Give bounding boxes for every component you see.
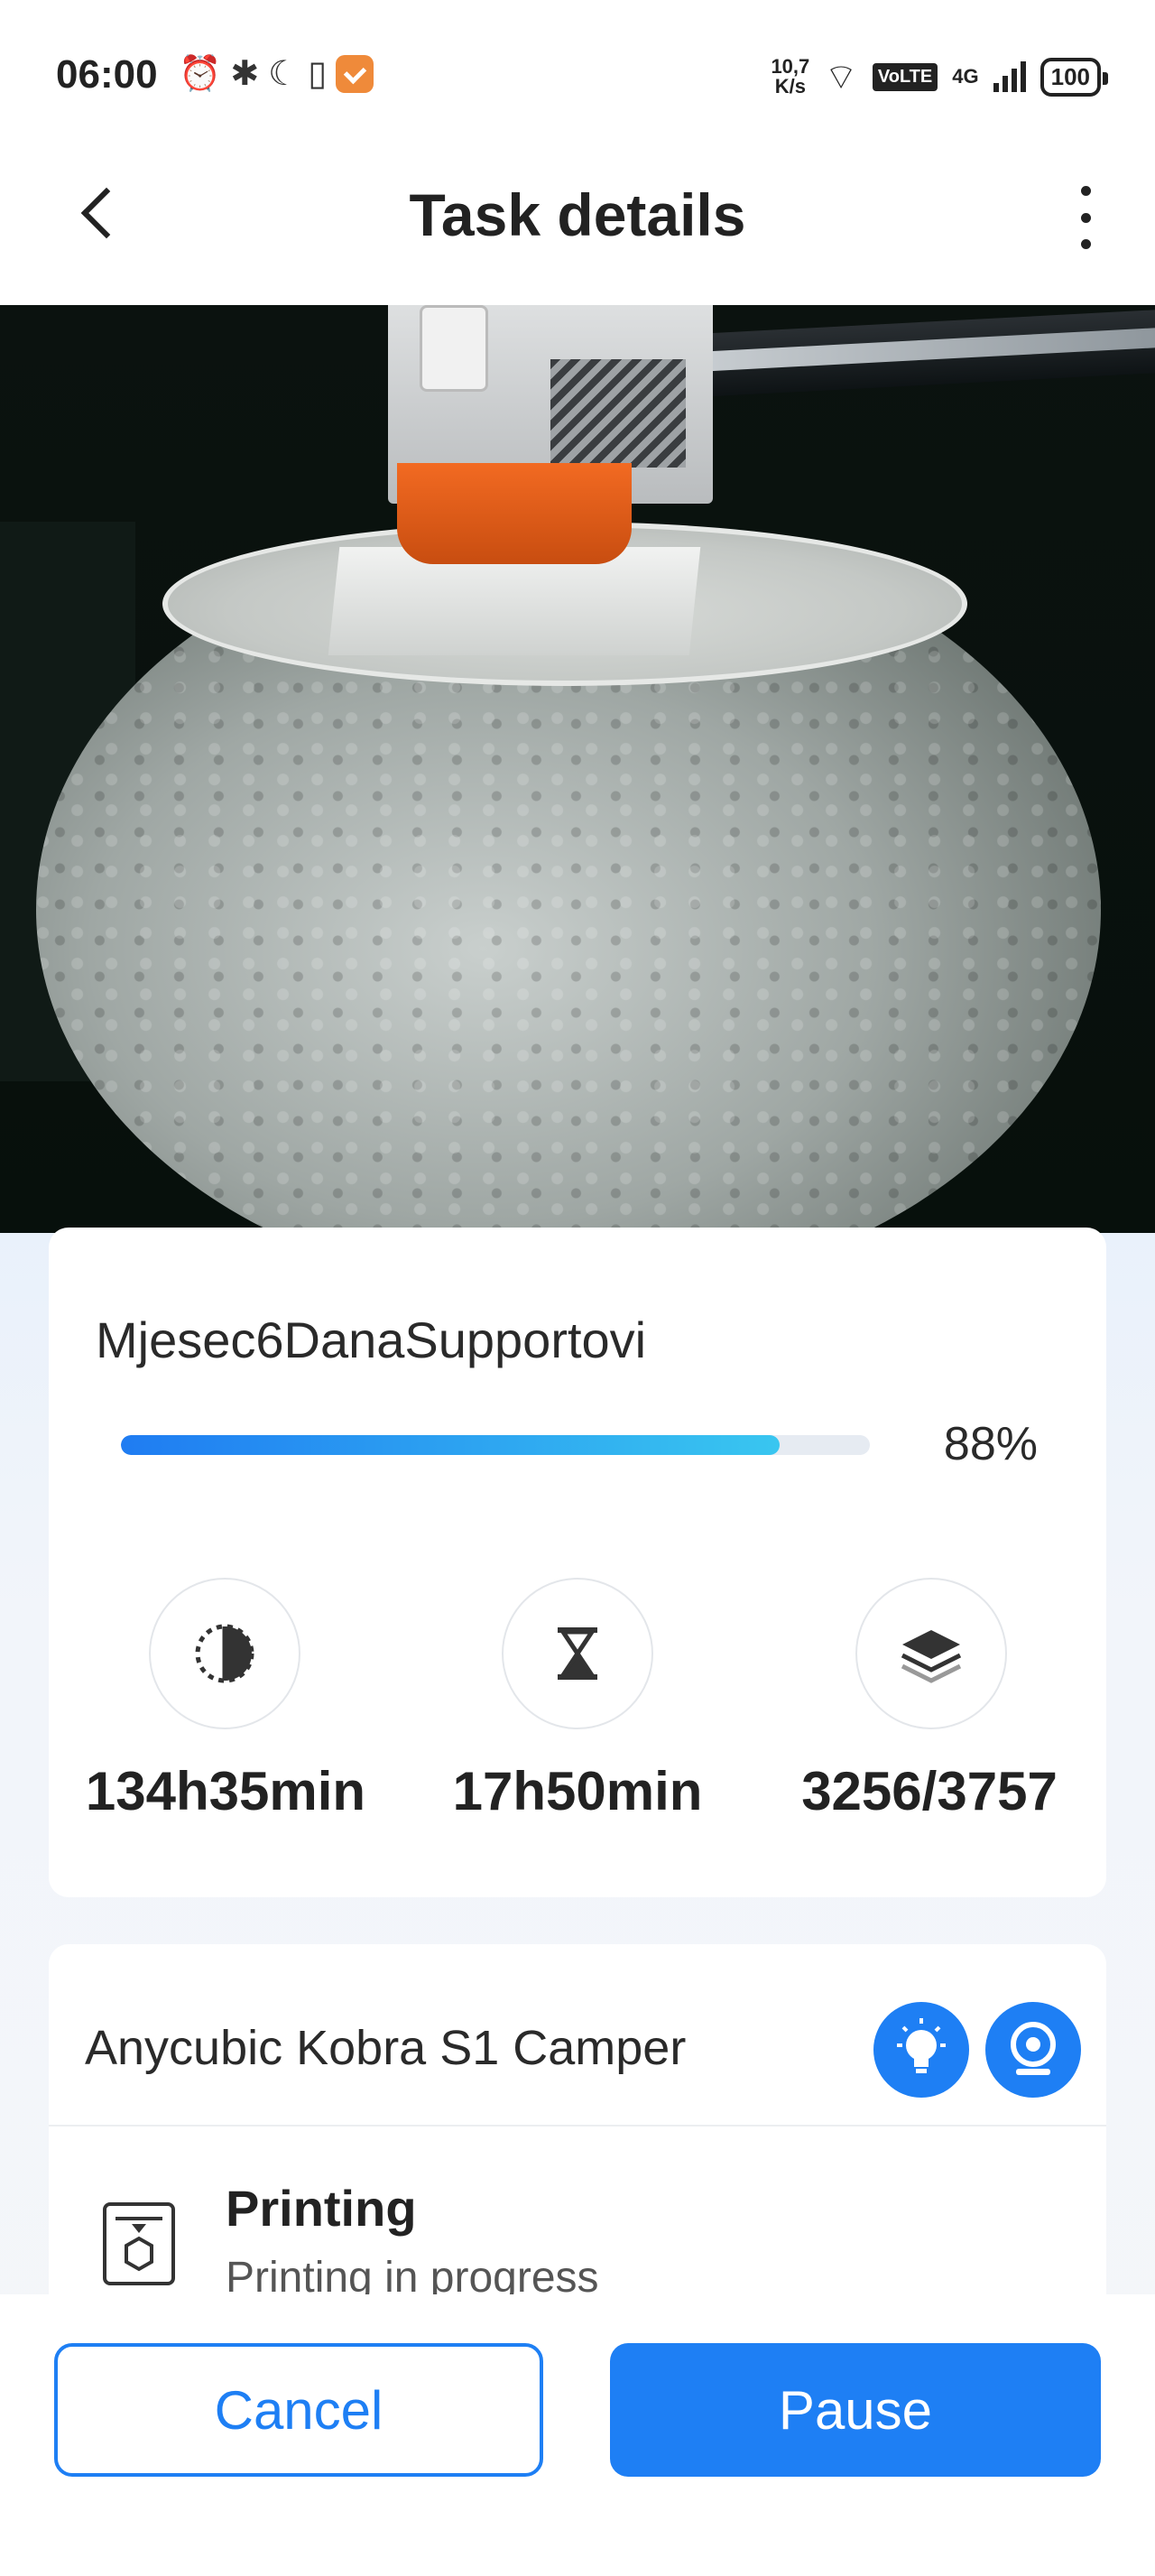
- volte-badge: VoLTE: [872, 62, 938, 91]
- hourglass-icon: [502, 1578, 653, 1729]
- progress-bar-fill: [121, 1435, 781, 1455]
- task-file-name: Mjesec6DanaSupportovi: [96, 1311, 647, 1368]
- status-time: 06:00: [56, 52, 158, 97]
- signal-icon: [993, 61, 1026, 92]
- progress-bar: [121, 1435, 870, 1455]
- printer-status-title: Printing: [226, 2180, 417, 2237]
- lightbulb-icon: [897, 2018, 946, 2073]
- page-title: Task details: [409, 181, 746, 248]
- moon-icon: ☾: [268, 55, 300, 93]
- status-left-icons: ⏰ ✱ ☾ ▯: [179, 54, 374, 94]
- progress-percent: 88%: [943, 1418, 1038, 1470]
- wifi-icon: ⌔: [824, 58, 858, 97]
- network-speed-unit: K/s: [774, 75, 806, 97]
- printer-status-icon: [103, 2202, 175, 2285]
- more-options-button[interactable]: [1063, 186, 1108, 249]
- layers-icon: [855, 1578, 1007, 1729]
- light-toggle-button[interactable]: [873, 2002, 969, 2098]
- pause-button[interactable]: Pause: [610, 2343, 1101, 2477]
- alarm-icon: ⏰: [179, 55, 222, 93]
- webcam-icon: [1011, 2022, 1056, 2075]
- status-bar: 06:00 ⏰ ✱ ☾ ▯ 10,7 K/s ⌔ VoLTE 4G 100: [0, 0, 1155, 153]
- network-type: 4G: [952, 65, 979, 88]
- battery-icon: 100: [1040, 57, 1109, 97]
- app-notification-icon: [336, 55, 374, 93]
- cancel-button[interactable]: Cancel: [54, 2343, 543, 2477]
- bluetooth-icon: ✱: [230, 55, 260, 93]
- remaining-time-value: 17h50min: [452, 1761, 703, 1821]
- elapsed-time-icon: [149, 1578, 300, 1729]
- printer-name: Anycubic Kobra S1 Camper: [85, 2021, 687, 2075]
- status-right-icons: 10,7 K/s ⌔ VoLTE 4G 100: [771, 54, 1109, 99]
- camera-feed[interactable]: [0, 305, 1155, 1233]
- layer-count-value: 3256/3757: [801, 1761, 1058, 1821]
- elapsed-time-value: 134h35min: [85, 1761, 366, 1821]
- divider: [49, 2125, 1106, 2127]
- network-speed-value: 10,7: [771, 55, 810, 78]
- vibrate-icon: ▯: [308, 55, 328, 93]
- camera-toggle-button[interactable]: [985, 2002, 1081, 2098]
- network-speed: 10,7 K/s: [771, 57, 809, 97]
